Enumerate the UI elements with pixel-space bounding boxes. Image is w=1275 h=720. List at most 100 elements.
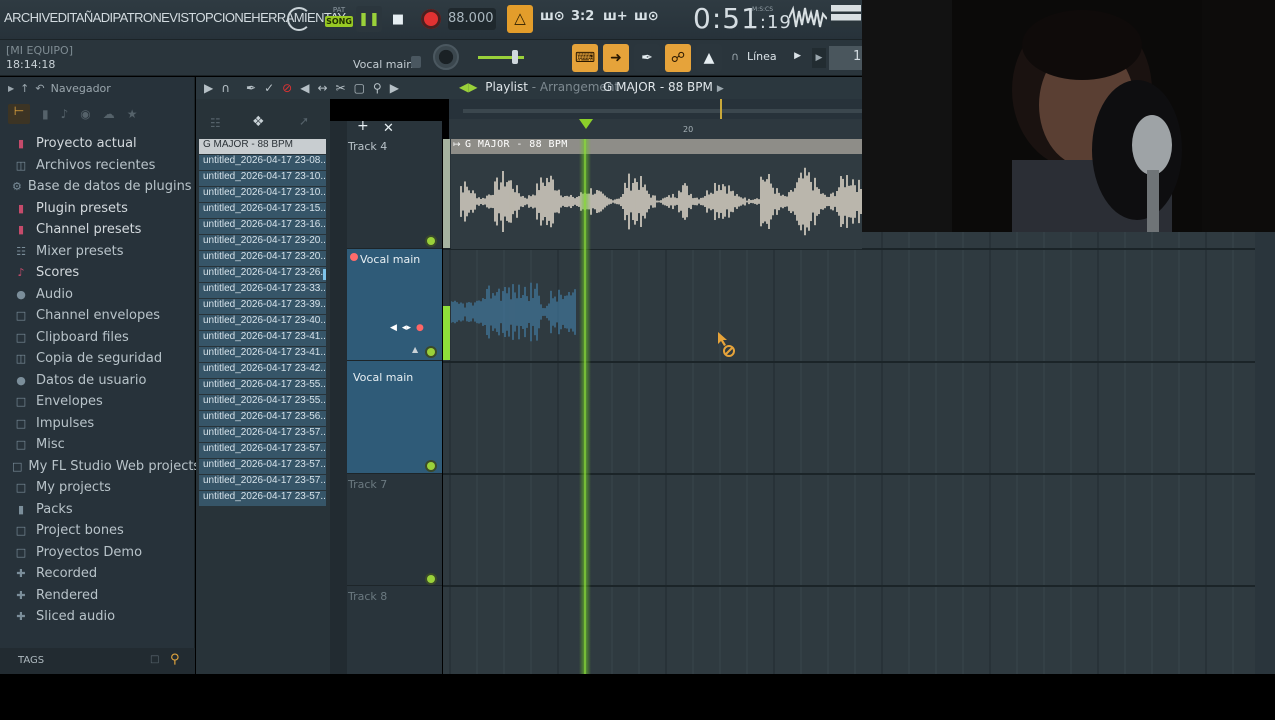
collapse-icon[interactable]: ▲ <box>412 345 418 354</box>
song-position-button[interactable]: ➜ <box>603 44 629 72</box>
browser-item[interactable]: □ Project bones <box>12 520 188 542</box>
cloud-icon[interactable]: ☁ <box>103 107 115 121</box>
pattern-next-button[interactable]: ▶ <box>812 48 826 68</box>
menu-patrones[interactable]: PATRON <box>113 10 162 25</box>
stop-button[interactable]: ■ <box>385 6 411 32</box>
stereo-icon[interactable]: ◂▸ <box>402 323 411 333</box>
slice-icon[interactable]: ✂ <box>336 81 346 95</box>
waveform-icon[interactable]: ❖ <box>252 114 265 130</box>
playhead-marker[interactable] <box>579 119 593 129</box>
menu-editar[interactable]: EDIT <box>50 10 77 25</box>
document-icon[interactable]: ▮ <box>42 107 49 121</box>
browser-item[interactable]: ▮ Plugin presets <box>12 198 188 220</box>
song-time-display[interactable]: 0:51:19 <box>693 2 792 35</box>
track-enable-led[interactable] <box>427 575 435 583</box>
vertical-scrollbar[interactable] <box>1255 232 1275 674</box>
clip-source-audio[interactable]: untitled_2026-04-17 23-08... <box>199 155 326 171</box>
clip-source-audio[interactable]: untitled_2026-04-17 23-39... <box>199 299 326 315</box>
clip-source-audio[interactable]: untitled_2026-04-17 23-42... <box>199 363 326 379</box>
step-edit-icon[interactable]: ш+ <box>603 9 628 24</box>
track-enable-led[interactable] <box>427 462 435 470</box>
browser-item[interactable]: □ My FL Studio Web projects <box>12 456 200 478</box>
menu-arrow-icon[interactable]: ▶ <box>204 81 213 95</box>
menu-vista[interactable]: EVIST <box>161 10 196 25</box>
track-enable-led[interactable] <box>427 237 435 245</box>
browser-item[interactable]: ☷ Mixer presets <box>12 241 188 263</box>
browser-item[interactable]: □ Channel envelopes <box>12 305 188 327</box>
all-files-icon[interactable]: ⊢ <box>8 104 30 124</box>
metronome-button[interactable]: △ <box>507 5 533 33</box>
master-volume-handle[interactable] <box>512 50 518 64</box>
clip-source-audio[interactable]: untitled_2026-04-17 23-20... <box>199 235 326 251</box>
clip-source-audio[interactable]: untitled_2026-04-17 23-56... <box>199 411 326 427</box>
clip-source-audio[interactable]: untitled_2026-04-17 23-10... <box>199 187 326 203</box>
typing-keyboard-button[interactable]: ⌨ <box>572 44 598 72</box>
clip-source-audio[interactable]: untitled_2026-04-17 23-55... <box>199 395 326 411</box>
menu-archivo[interactable]: ARCHIV <box>4 10 50 25</box>
speaker-icon[interactable]: ♪ <box>61 107 69 121</box>
browser-item[interactable]: ⚙ Base de datos de plugins <box>12 176 192 198</box>
slip-icon[interactable]: ↔ <box>317 81 327 95</box>
menu-anadir[interactable]: AÑADI <box>76 10 113 25</box>
link-button[interactable]: ☍ <box>665 44 691 72</box>
clip-source-audio[interactable]: untitled_2026-04-17 23-10... <box>199 171 326 187</box>
clip-source-audio[interactable]: untitled_2026-04-17 23-57... <box>199 475 326 491</box>
clip-source-audio[interactable]: untitled_2026-04-17 23-57... <box>199 427 326 443</box>
browser-item[interactable]: ● Audio <box>12 284 188 306</box>
lock-icon[interactable] <box>411 56 421 68</box>
clip-source-audio[interactable]: untitled_2026-04-17 23-57... <box>199 459 326 475</box>
browser-item[interactable]: ◫ Copia de seguridad <box>12 348 188 370</box>
pencil-icon[interactable]: ✒ <box>246 81 256 95</box>
clip-source-audio[interactable]: untitled_2026-04-17 23-26... <box>199 267 326 283</box>
clip-source-audio[interactable]: untitled_2026-04-17 23-33... <box>199 283 326 299</box>
track-scroll-strip[interactable] <box>330 121 347 674</box>
delete-icon[interactable]: ⊘ <box>282 81 292 95</box>
play-pause-button[interactable]: ❚❚ <box>356 6 382 32</box>
browser-item[interactable]: □ Proyectos Demo <box>12 542 188 564</box>
browser-item[interactable]: ▮ Proyecto actual <box>12 133 188 155</box>
browser-item[interactable]: ✚ Rendered <box>12 585 188 607</box>
record-button[interactable] <box>418 6 444 32</box>
automation-icon[interactable]: ➚ <box>299 114 309 128</box>
horizontal-scrollbar[interactable] <box>463 109 862 113</box>
browser-item[interactable]: □ Envelopes <box>12 391 188 413</box>
tempo-display[interactable]: 88.000 <box>448 8 496 30</box>
clip-source-audio[interactable]: untitled_2026-04-17 23-40... <box>199 315 326 331</box>
arrow-up-icon[interactable]: ↑ <box>20 82 29 95</box>
clip-source-audio[interactable]: untitled_2026-04-17 23-57... <box>199 443 326 459</box>
master-pitch-knob[interactable] <box>433 44 459 70</box>
playback-icon[interactable]: ▶ <box>390 81 399 95</box>
mute-icon[interactable]: ◀ <box>300 81 309 95</box>
countdown-icon[interactable]: 3:2 <box>571 9 594 24</box>
wait-input-icon[interactable]: ш⊙ <box>540 9 565 24</box>
select-icon[interactable]: ▢ <box>354 81 365 95</box>
speaker-icon[interactable]: ◀ <box>390 323 397 333</box>
clip-source-audio[interactable]: untitled_2026-04-17 23-57... <box>199 491 326 507</box>
track-header-4[interactable]: Track 4 <box>347 136 442 249</box>
search-icon[interactable]: ⚲ <box>170 652 180 667</box>
zoom-icon[interactable]: ⚲ <box>373 81 382 95</box>
menu-opciones[interactable]: OPCIONE <box>196 10 252 25</box>
pattern-selector[interactable]: 1 <box>829 46 862 70</box>
record-arm-icon[interactable] <box>350 253 358 261</box>
loop-marker[interactable] <box>720 99 722 119</box>
clip-source-pattern[interactable]: G MAJOR - 88 BPM <box>199 139 326 155</box>
clip-source-audio[interactable]: untitled_2026-04-17 23-20... <box>199 251 326 267</box>
timeline-ruler[interactable]: 20 <box>449 99 862 139</box>
browser-item[interactable]: □ Impulses <box>12 413 188 435</box>
overview-bar[interactable] <box>449 99 862 119</box>
audio-clip-vocal-main[interactable] <box>451 277 577 347</box>
play-icon[interactable]: ◀▶ <box>459 80 477 94</box>
browser-item[interactable]: ◫ Archivos recientes <box>12 155 188 177</box>
browser-item[interactable]: ✚ Recorded <box>12 563 188 585</box>
record-dot-icon[interactable]: ● <box>416 323 424 333</box>
playlist-pattern-selector[interactable]: G MAJOR - 88 BPM ▶ <box>603 80 724 94</box>
clip-source-audio[interactable]: untitled_2026-04-17 23-16... <box>199 219 326 235</box>
browser-item[interactable]: □ My projects <box>12 477 188 499</box>
track-enable-led[interactable] <box>427 348 435 356</box>
edit-tool-button[interactable]: ✒ <box>634 44 660 72</box>
browser-item[interactable]: ▮ Channel presets <box>12 219 188 241</box>
clip-source-audio[interactable]: untitled_2026-04-17 23-41... <box>199 347 326 363</box>
track-header-8[interactable]: Track 8 <box>347 586 442 674</box>
add-track-icon[interactable]: + <box>357 118 369 134</box>
